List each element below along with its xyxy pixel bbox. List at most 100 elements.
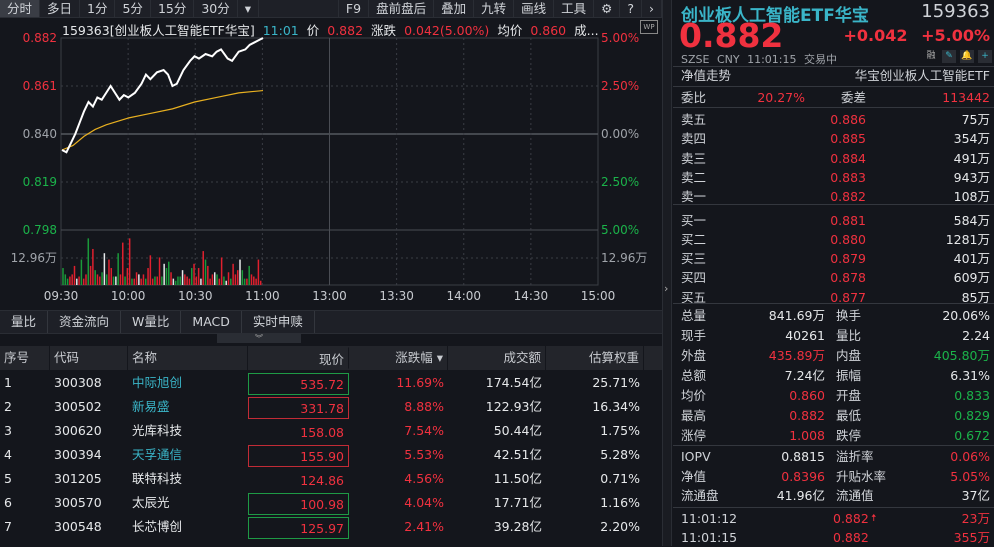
ask-row[interactable]: 卖五 0.886 75万 [681, 110, 990, 129]
time-tick-label: 10:30 [178, 289, 213, 303]
overlay-button[interactable]: 叠加 [434, 0, 475, 17]
tools-button[interactable]: 工具 [554, 0, 595, 17]
column-header[interactable]: 涨跌幅 ▾ [349, 346, 448, 370]
ask-row[interactable]: 卖四 0.885 354万 [681, 129, 990, 148]
period-tab[interactable]: ▾ [238, 0, 260, 17]
stat-value: 435.89万 [768, 348, 825, 363]
stat-row: 现手 40261 量比 2.24 [681, 326, 990, 345]
level-volume: 401万 [953, 251, 990, 267]
period-tab[interactable]: 1分 [80, 0, 116, 17]
cell-no: 2 [4, 399, 12, 414]
bell-icon[interactable]: 🔔 [960, 50, 974, 63]
tick-row: 11:01:12 0.882 🠅 23万 [681, 509, 990, 528]
nav-trend-link[interactable]: 净值走势 [681, 66, 731, 85]
level-label: 卖二 [681, 169, 707, 185]
price-tick-label: 0.840 [23, 127, 57, 141]
draw-button[interactable]: 画线 [514, 0, 555, 17]
level-price: 0.885 [830, 131, 866, 147]
cell-price: 125.97 [248, 517, 349, 539]
column-header[interactable]: 现价 [248, 347, 349, 369]
edit-icon[interactable]: ✎ [942, 50, 956, 63]
panel-divider[interactable]: › [662, 0, 672, 546]
stat-value: 40261 [785, 328, 825, 343]
stat-label: 外盘 [681, 348, 707, 363]
table-row[interactable]: 7 300548 长芯博创 125.97 2.41% 39.28亿 2.20% [0, 516, 662, 540]
table-row[interactable]: 3 300620 光库科技 158.08 7.54% 50.44亿 1.75% [0, 420, 662, 444]
cell-chg: 7.54% [404, 423, 444, 438]
table-row[interactable]: 4 300394 天孚通信 155.90 5.53% 42.51亿 5.28% [0, 444, 662, 468]
stat-value: 0.882 [789, 408, 825, 423]
table-row[interactable]: 5 301205 联特科技 124.86 4.56% 11.50亿 0.71% [0, 468, 662, 492]
nav-trend-row[interactable]: 净值走势 华宝创业板人工智能ETF [681, 66, 990, 85]
indicator-tab[interactable]: 资金流向 [48, 311, 122, 333]
weicha-value: 113442 [942, 90, 990, 105]
help-icon[interactable]: ? [620, 0, 642, 17]
indicator-tab[interactable]: W量比 [121, 311, 182, 333]
column-header[interactable]: 序号 [0, 346, 50, 370]
expand-arrow-icon[interactable]: › [664, 282, 668, 295]
chevron-right-icon[interactable]: › [642, 0, 662, 17]
stat-value: 1.008 [789, 428, 825, 443]
margin-icon[interactable]: 融 [924, 50, 938, 63]
period-tab[interactable]: 分时 [0, 0, 41, 17]
stat-value: 0.8815 [781, 449, 825, 464]
period-tab[interactable]: 30分 [194, 0, 238, 17]
ask-row[interactable]: 卖三 0.884 491万 [681, 149, 990, 168]
intraday-chart[interactable]: 0.882 5.00% 0.861 2.50% 0.840 0.00% 0.819 2.50%… [0, 30, 662, 310]
cell-chg: 8.88% [404, 399, 444, 414]
period-tab[interactable]: 多日 [40, 0, 81, 17]
level-price: 0.886 [830, 112, 866, 127]
cell-amount: 122.93亿 [485, 399, 542, 414]
indicator-tab[interactable]: MACD [181, 311, 242, 333]
column-header[interactable]: 名称 [128, 346, 248, 370]
stat-label: 溢折率 [836, 449, 874, 464]
stat-row: 涨停 1.008 跌停 0.672 [681, 426, 990, 445]
bid-row[interactable]: 买二 0.880 1281万 [681, 230, 990, 249]
nine-turn-button[interactable]: 九转 [474, 0, 515, 17]
collapse-toggle[interactable]: ︾ [217, 334, 301, 343]
pct-tick-label: 2.50% [601, 79, 639, 93]
weibi-label: 委比 [681, 90, 707, 105]
bid-row[interactable]: 买三 0.879 401万 [681, 249, 990, 268]
indicator-tab[interactable]: 实时申赎 [242, 311, 315, 333]
ask-row[interactable]: 卖二 0.883 943万 [681, 168, 990, 187]
period-tab[interactable]: 5分 [115, 0, 151, 17]
table-row[interactable]: 6 300570 太辰光 100.98 4.04% 17.71亿 1.16% [0, 492, 662, 516]
column-header[interactable]: 成交额 [448, 346, 546, 370]
stat-label: 流通盘 [681, 488, 719, 503]
cell-chg: 2.41% [404, 519, 444, 534]
column-header[interactable]: 估算权重 [546, 346, 644, 370]
quote-actions: 融 ✎ 🔔 + [924, 50, 992, 63]
f9-button[interactable]: F9 [339, 0, 370, 17]
cell-no: 3 [4, 423, 12, 438]
stat-row: 均价 0.860 开盘 0.833 [681, 386, 990, 405]
time-tick-label: 11:00 [245, 289, 280, 303]
stat-label: 总额 [681, 368, 707, 383]
premarket-button[interactable]: 盘前盘后 [369, 0, 435, 17]
stat-row: 总量 841.69万 换手 20.06% [681, 306, 990, 325]
quote-panel: 创业板人工智能ETF华宝 159363 0.882 +0.042 +5.00% … [673, 0, 994, 546]
period-tab[interactable]: 15分 [151, 0, 195, 17]
book-divider [673, 204, 994, 205]
bid-row[interactable]: 买一 0.881 584万 [681, 211, 990, 230]
column-header[interactable]: 代码 [50, 346, 128, 370]
level-label: 买三 [681, 251, 707, 267]
cell-price: 124.86 [300, 473, 344, 488]
level-label: 卖五 [681, 112, 707, 127]
stat-row: 流通盘 41.96亿 流通值 37亿 [681, 486, 990, 505]
bid-row[interactable]: 买四 0.878 609万 [681, 268, 990, 287]
cell-amount: 11.50亿 [493, 471, 542, 486]
cell-no: 7 [4, 519, 12, 534]
cell-chg: 5.53% [404, 447, 444, 462]
indicator-tab[interactable]: 量比 [0, 311, 49, 333]
add-icon[interactable]: + [978, 50, 992, 63]
stat-value: 2.24 [962, 328, 990, 343]
gear-icon[interactable]: ⚙ [594, 0, 621, 17]
up-arrow-icon: 🠅 [871, 513, 877, 524]
cell-no: 1 [4, 375, 12, 390]
table-row[interactable]: 2 300502 新易盛 331.78 8.88% 122.93亿 16.34% [0, 396, 662, 420]
cell-weight: 1.75% [600, 423, 640, 438]
market-meta: SZSE CNY 11:01:15 交易中 [681, 53, 837, 66]
stat-value: 5.05% [950, 468, 990, 484]
table-row[interactable]: 1 300308 中际旭创 535.72 11.69% 174.54亿 25.71% [0, 372, 662, 396]
